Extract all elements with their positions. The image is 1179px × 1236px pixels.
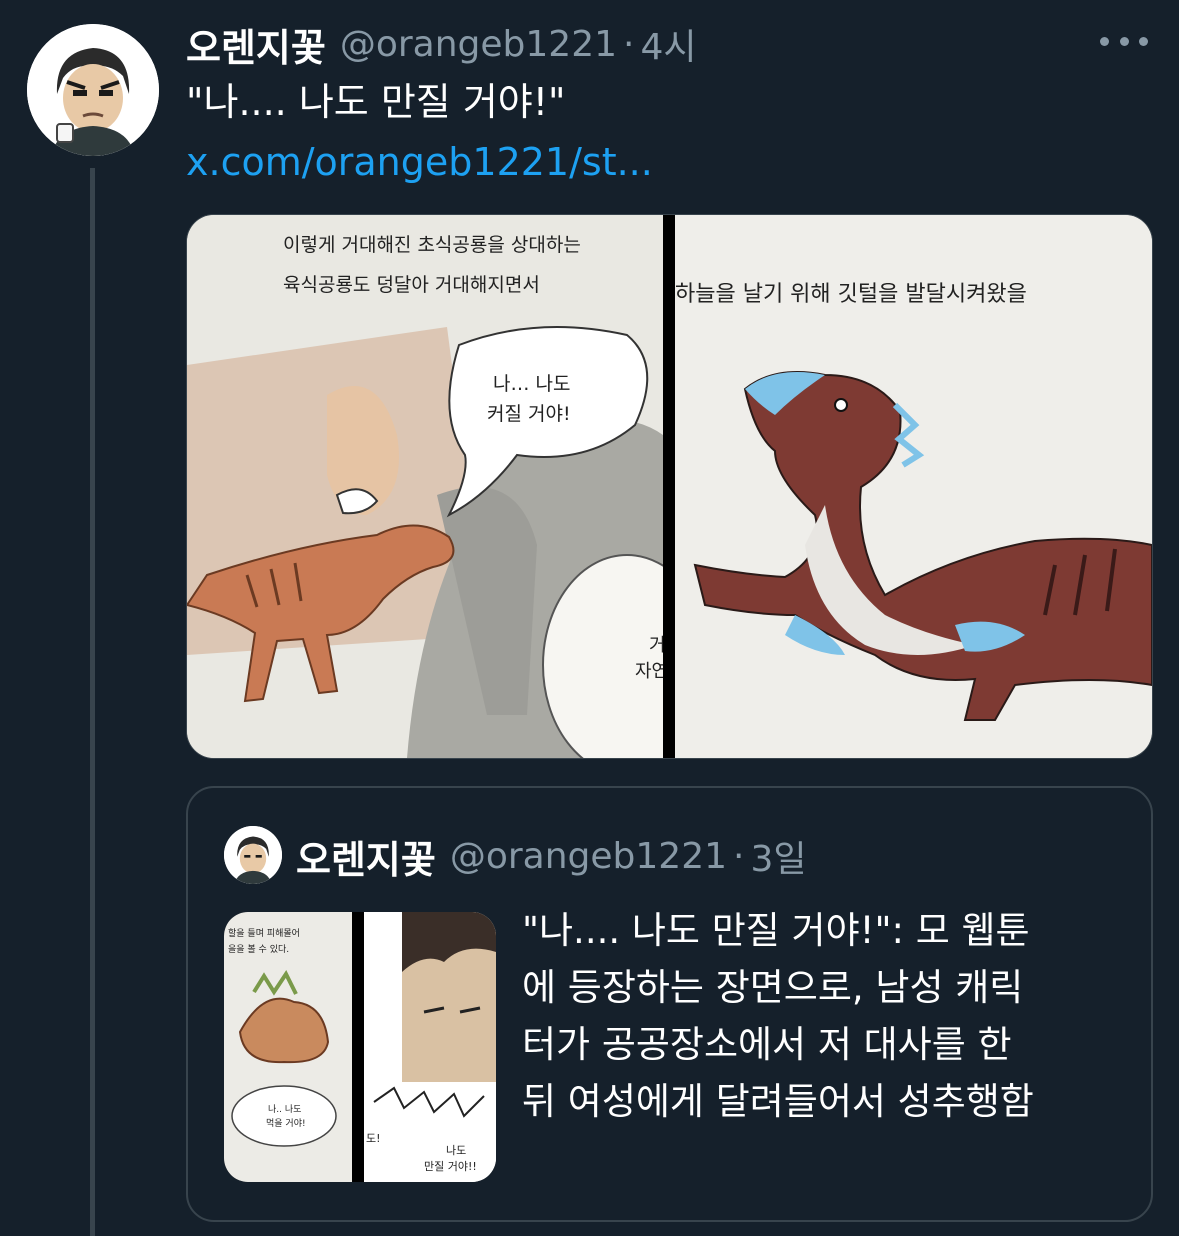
quoted-text-line: 터가 공공장소에서 저 대사를 한	[522, 1023, 1012, 1066]
quoted-separator-dot: ·	[733, 835, 745, 877]
author-avatar[interactable]	[27, 24, 159, 156]
left-caption-line1: 이렇게 거대해진 초식공룡을 상대하는	[283, 234, 581, 256]
tweet-timestamp[interactable]: 4시	[640, 18, 696, 70]
left-partial-line1: 거	[649, 635, 663, 656]
media-image-left[interactable]: 이렇게 거대해진 초식공룡을 상대하는 육식공룡도 덩달아 거대해지면서 거 자…	[187, 215, 663, 758]
quoted-text-line: "나.... 나도 만질 거야!": 모 웹툰	[522, 909, 1030, 952]
quoted-author-avatar[interactable]	[224, 826, 282, 884]
tweet-link[interactable]: x.com/orangeb1221/st...	[186, 138, 653, 186]
thumb-left-top2: 을을 볼 수 있다.	[228, 943, 289, 955]
separator-dot: ·	[623, 23, 635, 65]
left-partial-line2: 자연	[635, 661, 663, 682]
more-icon[interactable]	[1100, 26, 1148, 56]
quoted-tweet-header: 오렌지꽃 @orangeb1221 · 3일	[296, 828, 807, 884]
thumb-right-partial: 도!	[366, 1132, 381, 1145]
quoted-author-name[interactable]: 오렌지꽃	[296, 829, 436, 884]
author-name[interactable]: 오렌지꽃	[186, 17, 326, 72]
tweet-header: 오렌지꽃 @orangeb1221 · 4시	[186, 16, 697, 72]
quoted-tweet[interactable]: 오렌지꽃 @orangeb1221 · 3일 할을 들며 피해몰어 을을 볼 수…	[186, 786, 1153, 1222]
left-bubble-line1: 나… 나도	[493, 373, 570, 395]
quoted-text-line: 에 등장하는 장면으로, 남성 캐릭	[522, 966, 1024, 1009]
quoted-tweet-timestamp[interactable]: 3일	[750, 830, 806, 882]
left-caption-line2: 육식공룡도 덩달아 거대해지면서	[283, 274, 540, 296]
more-dot	[1119, 36, 1129, 46]
media-image-right[interactable]: 하늘을 날기 위해 깃털을 발달시켜왔을	[675, 215, 1152, 758]
author-handle[interactable]: @orangeb1221	[340, 24, 617, 65]
thumb-right-bubble1: 나도	[446, 1144, 466, 1157]
thumb-left-bubble2: 먹을 거야!	[266, 1118, 306, 1129]
more-dot	[1100, 36, 1109, 46]
thread-connector-line	[90, 168, 95, 1236]
more-dot	[1139, 36, 1148, 46]
quoted-text-line: 뒤 여성에게 달려들어서 성추행함	[522, 1080, 1034, 1123]
right-caption: 하늘을 날기 위해 깃털을 발달시켜왔을	[675, 282, 1027, 307]
thumb-left-bubble1: 나.. 나도	[268, 1104, 301, 1115]
tweet-text: "나.... 나도 만질 거야!"	[186, 80, 566, 124]
quoted-author-handle[interactable]: @orangeb1221	[450, 836, 727, 877]
quoted-tweet-thumbnail[interactable]: 할을 들며 피해몰어 을을 볼 수 있다. 나.. 나도 먹을 거야! 도! 나…	[224, 912, 496, 1182]
left-bubble-line2: 커질 거야!	[487, 403, 571, 425]
thumb-right-bubble2: 만질 거야!!	[424, 1160, 477, 1173]
tweet-media[interactable]: 이렇게 거대해진 초식공룡을 상대하는 육식공룡도 덩달아 거대해지면서 거 자…	[186, 214, 1153, 759]
quoted-tweet-text: "나.... 나도 만질 거야!": 모 웹툰 에 등장하는 장면으로, 남성 …	[522, 902, 1122, 1130]
thumb-left-top1: 할을 들며 피해몰어	[228, 928, 300, 939]
